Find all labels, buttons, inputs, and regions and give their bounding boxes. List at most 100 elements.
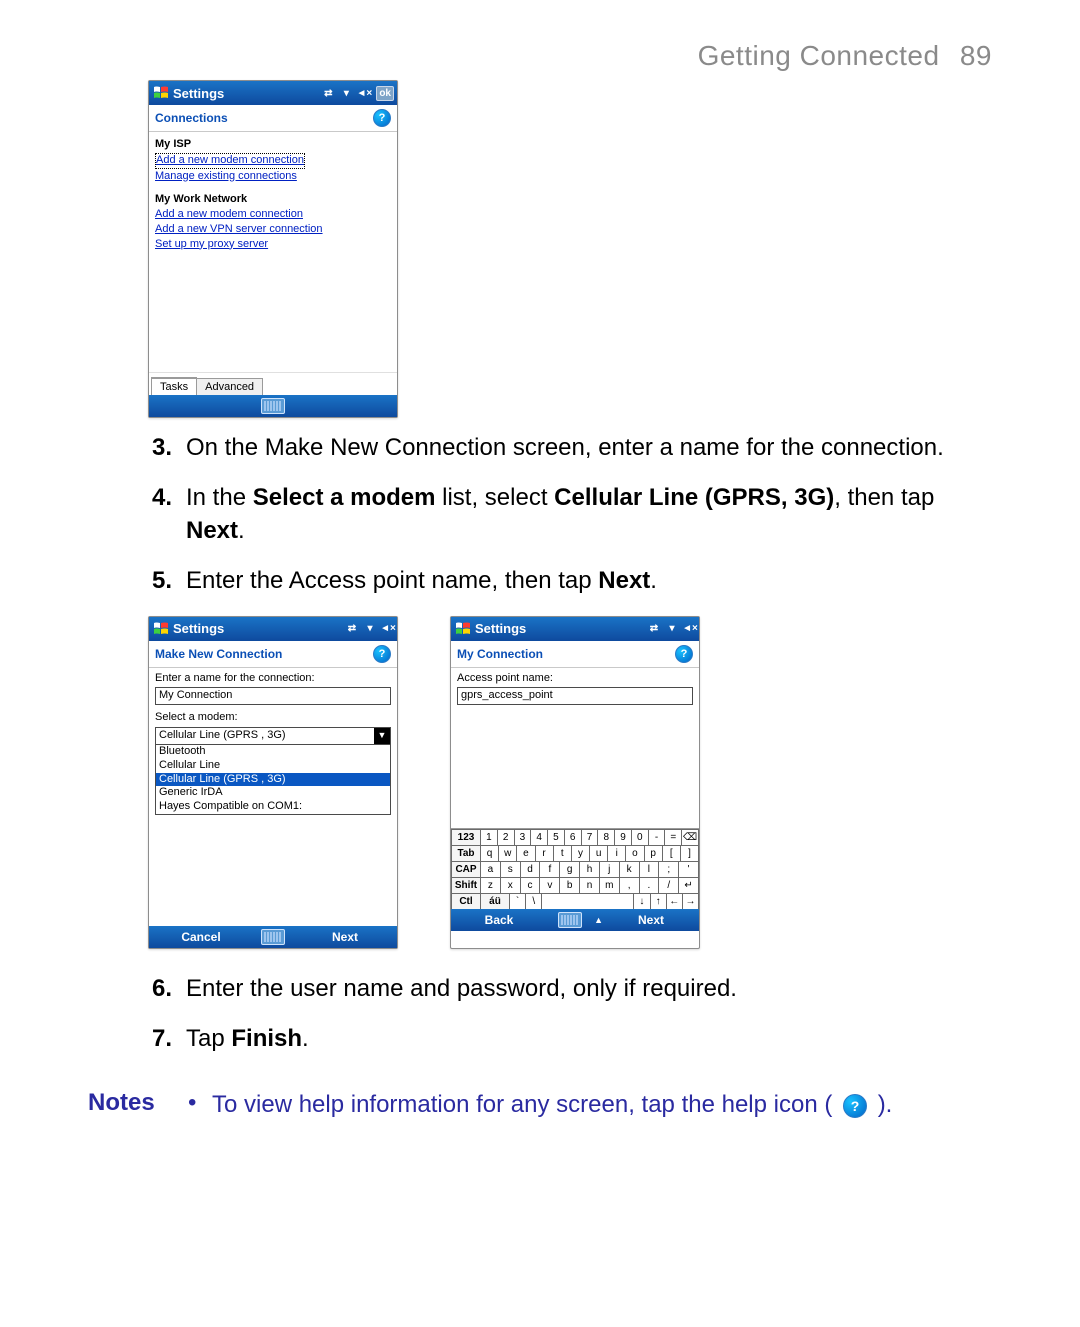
osk-key[interactable]: CAP [451, 861, 480, 877]
keyboard-icon[interactable] [261, 398, 285, 414]
osk-key[interactable]: h [579, 861, 599, 877]
input-connection-name[interactable]: My Connection [155, 687, 391, 705]
osk-key[interactable]: Ctl [451, 893, 480, 909]
connectivity-icon[interactable]: ⇄ [319, 84, 337, 102]
osk-key[interactable]: ↵ [678, 877, 699, 893]
osk-key[interactable]: l [639, 861, 659, 877]
modem-option[interactable]: Generic IrDA [156, 786, 390, 800]
osk-key[interactable]: g [559, 861, 579, 877]
osk-key[interactable]: ` [509, 893, 525, 909]
osk-key[interactable]: → [682, 893, 699, 909]
volume-mute-icon[interactable]: ◄× [681, 620, 699, 638]
osk-key[interactable]: 8 [597, 829, 614, 845]
next-button[interactable]: Next [293, 930, 397, 944]
osk-key[interactable]: c [520, 877, 540, 893]
osk-key[interactable]: x [500, 877, 520, 893]
osk-key[interactable]: u [589, 845, 607, 861]
osk-key[interactable]: ] [680, 845, 699, 861]
link-proxy-server[interactable]: Set up my proxy server [155, 238, 391, 252]
osk-key[interactable]: / [658, 877, 678, 893]
signal-icon[interactable]: ▾ [337, 84, 355, 102]
volume-mute-icon[interactable]: ◄× [355, 84, 373, 102]
osk-key[interactable]: 9 [614, 829, 631, 845]
input-apn[interactable]: gprs_access_point [457, 687, 693, 705]
osk-key[interactable]: r [535, 845, 553, 861]
osk-key[interactable] [541, 893, 633, 909]
osk-key[interactable]: ' [678, 861, 699, 877]
osk-key[interactable]: a [480, 861, 500, 877]
osk-key[interactable]: 4 [530, 829, 547, 845]
osk-key[interactable]: f [539, 861, 559, 877]
osk-key[interactable]: 7 [581, 829, 598, 845]
osk-key[interactable]: z [480, 877, 500, 893]
osk-key[interactable]: [ [662, 845, 680, 861]
modem-option[interactable]: Cellular Line [156, 759, 390, 773]
osk-key[interactable]: t [553, 845, 571, 861]
select-modem[interactable]: Cellular Line (GPRS , 3G) ▼ [155, 727, 391, 745]
osk-key[interactable]: b [559, 877, 579, 893]
osk-key[interactable]: 123 [451, 829, 480, 845]
osk-key[interactable]: y [571, 845, 589, 861]
osk-key[interactable]: s [500, 861, 520, 877]
signal-icon[interactable]: ▾ [663, 620, 681, 638]
signal-icon[interactable]: ▾ [361, 620, 379, 638]
osk-key[interactable]: n [579, 877, 599, 893]
osk-key[interactable]: 3 [514, 829, 531, 845]
ok-button[interactable]: ok [376, 86, 394, 101]
next-button[interactable]: Next [603, 913, 699, 927]
chevron-down-icon[interactable]: ▼ [374, 728, 390, 744]
connectivity-icon[interactable]: ⇄ [343, 620, 361, 638]
osk-key[interactable]: ↑ [650, 893, 666, 909]
osk-key[interactable]: Tab [451, 845, 480, 861]
chevron-up-icon[interactable]: ▲ [594, 915, 603, 925]
osk-key[interactable]: 0 [631, 829, 648, 845]
osk-key[interactable]: , [619, 877, 639, 893]
osk-key[interactable]: d [520, 861, 540, 877]
tab-advanced[interactable]: Advanced [196, 378, 263, 395]
osk-key[interactable]: \ [525, 893, 541, 909]
osk-key[interactable]: v [539, 877, 559, 893]
osk-key[interactable]: = [664, 829, 681, 845]
tab-tasks[interactable]: Tasks [151, 377, 197, 395]
subheader: Make New Connection ? [149, 641, 397, 668]
osk-key[interactable]: e [516, 845, 534, 861]
osk-key[interactable]: q [480, 845, 498, 861]
cancel-button[interactable]: Cancel [149, 930, 253, 944]
osk-key[interactable]: Shift [451, 877, 480, 893]
osk-key[interactable]: j [599, 861, 619, 877]
connectivity-icon[interactable]: ⇄ [645, 620, 663, 638]
modem-option[interactable]: Hayes Compatible on COM1: [156, 800, 390, 814]
osk-key[interactable]: 1 [480, 829, 497, 845]
osk-key[interactable]: - [648, 829, 665, 845]
keyboard-icon[interactable] [261, 929, 285, 945]
help-icon[interactable]: ? [373, 645, 391, 663]
volume-mute-icon[interactable]: ◄× [379, 620, 397, 638]
osk-key[interactable]: 6 [564, 829, 581, 845]
link-manage-connections[interactable]: Manage existing connections [155, 170, 391, 184]
help-icon[interactable]: ? [373, 109, 391, 127]
link-add-modem-isp[interactable]: Add a new modem connection [155, 153, 305, 169]
on-screen-keyboard[interactable]: 1231234567890-=⌫Tabqwertyuiop[]CAPasdfgh… [451, 828, 699, 909]
help-icon[interactable]: ? [675, 645, 693, 663]
osk-key[interactable]: p [644, 845, 662, 861]
osk-key[interactable]: ; [658, 861, 678, 877]
osk-key[interactable]: ⌫ [681, 829, 699, 845]
osk-key[interactable]: . [639, 877, 659, 893]
osk-key[interactable]: w [498, 845, 516, 861]
back-button[interactable]: Back [451, 913, 547, 927]
osk-key[interactable]: i [607, 845, 625, 861]
modem-option[interactable]: Bluetooth [156, 745, 390, 759]
subheader: My Connection ? [451, 641, 699, 668]
modem-option[interactable]: Cellular Line (GPRS , 3G) [156, 773, 390, 787]
link-add-vpn[interactable]: Add a new VPN server connection [155, 223, 391, 237]
osk-key[interactable]: o [625, 845, 643, 861]
osk-key[interactable]: ← [666, 893, 682, 909]
link-add-modem-work[interactable]: Add a new modem connection [155, 208, 391, 222]
osk-key[interactable]: 2 [497, 829, 514, 845]
keyboard-icon[interactable] [558, 912, 582, 928]
osk-key[interactable]: ↓ [633, 893, 649, 909]
osk-key[interactable]: m [599, 877, 619, 893]
osk-key[interactable]: 5 [547, 829, 564, 845]
osk-key[interactable]: k [619, 861, 639, 877]
osk-key[interactable]: áü [480, 893, 509, 909]
